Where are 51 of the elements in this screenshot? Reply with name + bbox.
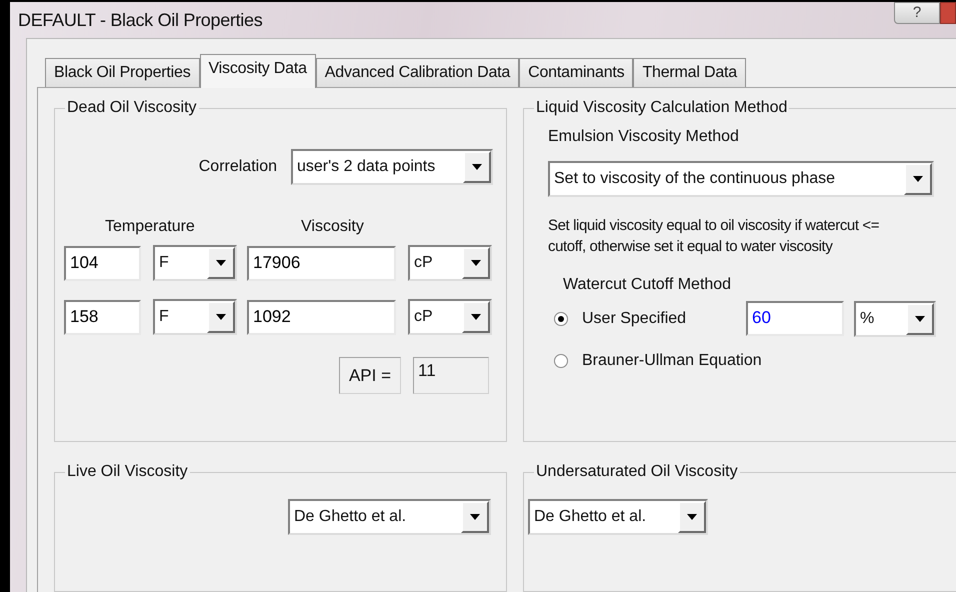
- undersaturated-oil-dropdown[interactable]: De Ghetto et al.: [528, 499, 708, 535]
- dropdown-arrow-icon: [471, 260, 481, 266]
- emulsion-label: Emulsion Viscosity Method: [548, 127, 740, 147]
- dropdown-arrow-icon: [471, 314, 481, 320]
- correlation-dropdown[interactable]: user's 2 data points: [291, 149, 493, 185]
- temperature-unit-dropdown[interactable]: F: [153, 245, 237, 281]
- radio-label: Brauner-Ullman Equation: [582, 351, 762, 371]
- dropdown-button[interactable]: [906, 303, 934, 335]
- watercut-label: Watercut Cutoff Method: [563, 275, 732, 295]
- tab[interactable]: Advanced Calibration Data: [316, 58, 520, 87]
- tab[interactable]: Black Oil Properties: [45, 58, 200, 87]
- dropdown-arrow-icon: [470, 514, 480, 520]
- column-header: Temperature: [105, 217, 196, 237]
- dropdown-arrow-icon: [472, 164, 482, 170]
- dropdown-button[interactable]: [904, 163, 932, 195]
- dropdown-arrow-icon: [216, 314, 226, 320]
- cutoff-field[interactable]: 60: [746, 301, 844, 336]
- api-value: 11: [413, 357, 489, 394]
- dropdown-arrow-icon: [915, 316, 925, 322]
- window-title: DEFAULT - Black Oil Properties: [18, 8, 262, 32]
- column-header: Viscosity: [301, 217, 364, 237]
- dropdown-button[interactable]: [461, 501, 489, 533]
- dropdown-button[interactable]: [462, 301, 490, 333]
- emulsion-method-dropdown[interactable]: Set to viscosity of the continuous phase: [548, 161, 934, 197]
- temperature-unit-dropdown[interactable]: F: [153, 299, 237, 335]
- tab[interactable]: Viscosity Data: [200, 54, 316, 88]
- temperature-field[interactable]: 104: [64, 246, 141, 280]
- description-text: Set liquid viscosity equal to oil viscosity if watercut <= cutoff, otherwise set it equal to water viscosity: [548, 216, 880, 257]
- temperature-field[interactable]: 158: [64, 300, 141, 334]
- correlation-label: Correlation: [198, 157, 277, 177]
- dropdown-button[interactable]: [207, 247, 235, 279]
- radio-button[interactable]: [554, 312, 568, 326]
- dropdown-arrow-icon: [913, 176, 923, 182]
- viscosity-field[interactable]: 17906: [247, 246, 396, 280]
- viscosity-unit-dropdown[interactable]: cP: [408, 299, 492, 335]
- viscosity-field[interactable]: 1092: [247, 300, 396, 334]
- cutoff-unit-dropdown[interactable]: %: [854, 301, 936, 337]
- help-button[interactable]: ?: [894, 2, 940, 24]
- api-label: API =: [339, 357, 401, 394]
- live-oil-dropdown[interactable]: De Ghetto et al.: [288, 499, 491, 535]
- dropdown-button[interactable]: [463, 151, 491, 183]
- dropdown-arrow-icon: [687, 514, 697, 520]
- dropdown-button[interactable]: [207, 301, 235, 333]
- radio-label: User Specified: [582, 309, 688, 329]
- dropdown-button[interactable]: [462, 247, 490, 279]
- radio-button[interactable]: [554, 354, 568, 368]
- dropdown-button[interactable]: [678, 501, 706, 533]
- dropdown-arrow-icon: [216, 260, 226, 266]
- tab[interactable]: Thermal Data: [633, 58, 746, 87]
- tab[interactable]: Contaminants: [519, 58, 634, 87]
- viscosity-unit-dropdown[interactable]: cP: [408, 245, 492, 281]
